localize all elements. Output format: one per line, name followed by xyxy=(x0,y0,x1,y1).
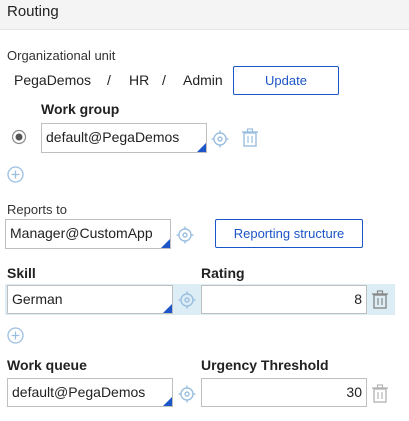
work-group-value: default@PegaDemos xyxy=(46,129,180,145)
reports-to-field[interactable]: Manager@CustomApp xyxy=(5,219,171,249)
rating-header: Rating xyxy=(201,265,245,281)
rating-value: 8 xyxy=(354,291,362,307)
add-icon[interactable] xyxy=(7,166,24,183)
add-icon[interactable] xyxy=(7,327,24,344)
breadcrumb-separator: / xyxy=(107,72,111,88)
dropdown-indicator xyxy=(163,304,172,313)
routing-header: Routing xyxy=(0,0,409,30)
trash-icon[interactable] xyxy=(241,128,259,148)
update-button[interactable]: Update xyxy=(233,66,339,95)
work-queue-value: default@PegaDemos xyxy=(12,384,146,400)
org-unit-name: Admin xyxy=(183,72,223,88)
reporting-structure-button[interactable]: Reporting structure xyxy=(215,219,363,248)
dropdown-indicator xyxy=(197,143,206,152)
skill-value: German xyxy=(12,291,63,307)
rating-field[interactable]: 8 xyxy=(201,285,367,314)
work-group-header: Work group xyxy=(41,101,120,117)
skill-field[interactable]: German xyxy=(7,285,173,314)
skill-header: Skill xyxy=(7,265,36,281)
urgency-threshold-value: 30 xyxy=(346,384,362,400)
section-title: Routing xyxy=(7,3,59,20)
urgency-threshold-header: Urgency Threshold xyxy=(201,357,329,373)
trash-icon[interactable] xyxy=(371,290,389,310)
dropdown-indicator xyxy=(163,397,172,406)
work-queue-header: Work queue xyxy=(7,357,87,373)
target-icon[interactable] xyxy=(178,385,196,403)
org-name: PegaDemos xyxy=(14,72,92,88)
target-icon[interactable] xyxy=(176,226,194,244)
reports-to-value: Manager@CustomApp xyxy=(10,225,153,241)
reports-to-label: Reports to xyxy=(7,202,67,217)
trash-icon[interactable] xyxy=(371,384,389,404)
org-division: HR xyxy=(129,72,150,88)
org-unit-label: Organizational unit xyxy=(7,48,116,63)
work-queue-field[interactable]: default@PegaDemos xyxy=(7,378,173,407)
radio-icon[interactable] xyxy=(11,129,27,145)
breadcrumb-separator: / xyxy=(162,72,166,88)
urgency-threshold-field[interactable]: 30 xyxy=(201,378,367,407)
target-icon[interactable] xyxy=(178,291,196,309)
dropdown-indicator xyxy=(161,239,170,248)
work-group-field[interactable]: default@PegaDemos xyxy=(41,123,207,153)
target-icon[interactable] xyxy=(211,130,229,148)
